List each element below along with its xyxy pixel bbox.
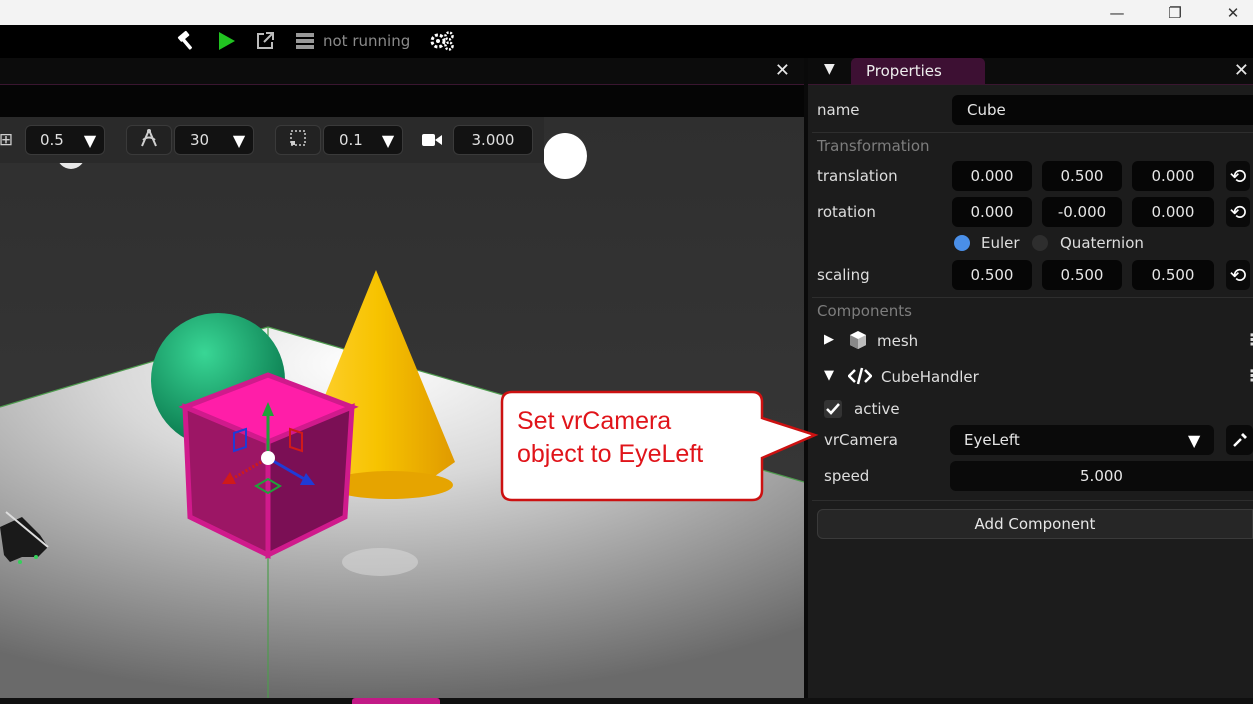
- active-checkbox[interactable]: [824, 400, 842, 418]
- scale-snap-icon: [289, 129, 307, 151]
- code-icon: [847, 367, 873, 389]
- restore-button[interactable]: ❐: [1152, 0, 1198, 25]
- scale-snap-value: 0.1: [339, 131, 363, 149]
- close-window-button[interactable]: ✕: [1210, 0, 1253, 25]
- viewport-header: ✕: [0, 58, 804, 85]
- os-title-bar: — ❐ ✕: [0, 0, 1253, 25]
- callout-line-1: Set vrCamera: [517, 407, 672, 435]
- camera-icon[interactable]: [416, 127, 448, 153]
- expand-arrow-icon[interactable]: ▶: [824, 332, 834, 347]
- reset-scaling-icon[interactable]: ⟲: [1226, 260, 1250, 290]
- vrcamera-dropdown-icon[interactable]: ▼: [1188, 431, 1200, 450]
- active-bottom-tab[interactable]: [352, 698, 440, 704]
- bottom-tab-bar: [0, 698, 1253, 704]
- angle-snap-toggle[interactable]: [126, 125, 172, 155]
- selected-cube-object: [178, 372, 359, 560]
- scaling-y-field[interactable]: 0.500: [1042, 260, 1122, 290]
- divider: [812, 132, 1253, 133]
- scale-snap-toggle[interactable]: [275, 125, 321, 155]
- minimize-button[interactable]: —: [1094, 0, 1140, 25]
- speed-field[interactable]: 5.000: [950, 461, 1253, 491]
- reset-translation-icon[interactable]: ⟲: [1226, 161, 1250, 191]
- hammer-icon[interactable]: [174, 28, 200, 54]
- camera-speed-value: 3.000: [471, 131, 515, 149]
- properties-close-button[interactable]: ✕: [1234, 60, 1249, 81]
- play-icon[interactable]: [215, 28, 239, 54]
- scaling-z-field[interactable]: 0.500: [1132, 260, 1214, 290]
- angle-snap-dropdown[interactable]: ▼: [225, 125, 253, 155]
- mesh-menu-icon[interactable]: ⋮: [1244, 330, 1253, 349]
- name-label: name: [817, 101, 860, 119]
- divider: [812, 500, 1253, 501]
- grid-snap-dropdown[interactable]: ▼: [76, 125, 104, 155]
- translation-x-field[interactable]: 0.000: [952, 161, 1032, 191]
- rotation-label: rotation: [817, 203, 876, 221]
- gears-icon[interactable]: [428, 28, 456, 54]
- vrcamera-label: vrCamera: [824, 431, 898, 449]
- quaternion-label: Quaternion: [1060, 234, 1144, 252]
- tab-properties[interactable]: Properties: [851, 58, 985, 84]
- vrcamera-select[interactable]: EyeLeft: [950, 425, 1214, 455]
- reset-rotation-icon[interactable]: ⟲: [1226, 197, 1250, 227]
- viewport-tab-strip: [0, 85, 804, 117]
- collapse-arrow-icon[interactable]: ▼: [824, 368, 834, 383]
- run-status: not running: [323, 32, 411, 50]
- grid-snap-value: 0.5: [40, 131, 64, 149]
- cube-icon: [848, 330, 868, 354]
- scaling-x-field[interactable]: 0.500: [952, 260, 1032, 290]
- translation-label: translation: [817, 167, 898, 185]
- components-header: Components: [817, 302, 912, 320]
- viewport-close-button[interactable]: ✕: [775, 60, 790, 81]
- translation-z-field[interactable]: 0.000: [1132, 161, 1214, 191]
- cubehandler-menu-icon[interactable]: ⋮: [1244, 366, 1253, 385]
- properties-header: ▼ Properties ✕: [808, 58, 1253, 85]
- camera-speed-field[interactable]: 3.000: [453, 125, 533, 155]
- divider: [812, 297, 1253, 298]
- scaling-label: scaling: [817, 266, 870, 284]
- euler-radio[interactable]: [954, 235, 970, 251]
- callout-line-2: object to EyeLeft: [517, 440, 704, 468]
- active-label: active: [854, 400, 900, 418]
- name-input[interactable]: Cube: [952, 95, 1253, 125]
- properties-panel: name Cube Transformation translation 0.0…: [808, 85, 1253, 698]
- rotation-z-field[interactable]: 0.000: [1132, 197, 1214, 227]
- server-icon[interactable]: [294, 28, 316, 54]
- cubehandler-component-label[interactable]: CubeHandler: [881, 368, 979, 386]
- callout-text: Set vrCamera object to EyeLeft: [517, 405, 757, 471]
- speed-label: speed: [824, 467, 870, 485]
- snap-toolbar: ⊞ 0.5 ▼ 30 ▼ 0.1 ▼ 3.000: [0, 117, 544, 163]
- euler-label: Euler: [981, 234, 1020, 252]
- angle-snap-icon: [139, 129, 159, 151]
- main-toolbar: not running: [0, 25, 1253, 59]
- scale-snap-dropdown[interactable]: ▼: [374, 125, 402, 155]
- panel-menu-icon[interactable]: ▼: [824, 61, 835, 77]
- translation-y-field[interactable]: 0.500: [1042, 161, 1122, 191]
- light-icon: [543, 133, 587, 179]
- grid-snap-icon[interactable]: ⊞: [0, 127, 22, 153]
- rotation-x-field[interactable]: 0.000: [952, 197, 1032, 227]
- eyedropper-icon[interactable]: [1226, 425, 1253, 455]
- angle-snap-value: 30: [190, 131, 210, 149]
- mesh-component-label[interactable]: mesh: [877, 332, 918, 350]
- transformation-header: Transformation: [817, 137, 930, 155]
- quaternion-radio[interactable]: [1032, 235, 1048, 251]
- add-component-button[interactable]: Add Component: [817, 509, 1253, 539]
- rotation-y-field[interactable]: -0.000: [1042, 197, 1122, 227]
- vrcamera-value: EyeLeft: [964, 431, 1020, 449]
- external-link-icon[interactable]: [253, 28, 277, 54]
